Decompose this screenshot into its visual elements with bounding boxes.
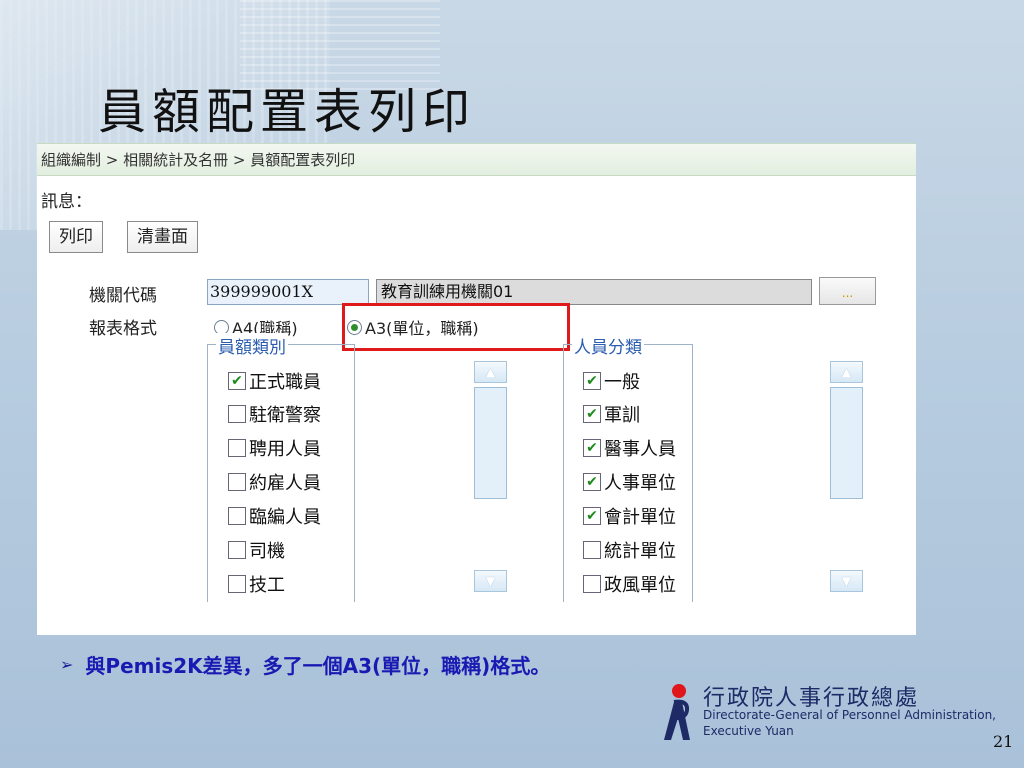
- org-picker-button[interactable]: ...: [819, 277, 876, 305]
- bullet-arrow-icon: ➢: [60, 655, 74, 674]
- print-button[interactable]: 列印: [49, 221, 103, 253]
- scroll-down-icon: ▼: [485, 574, 496, 588]
- checkbox-icon[interactable]: ✔: [583, 439, 601, 457]
- checkbox-label: 醫事人員: [604, 439, 676, 460]
- checkbox-icon[interactable]: [228, 507, 246, 525]
- clear-screen-button[interactable]: 清畫面: [127, 221, 198, 253]
- checkbox-item[interactable]: 臨編人員: [228, 503, 321, 529]
- checkbox-item[interactable]: 技工: [228, 571, 285, 597]
- message-label: 訊息：: [41, 192, 92, 212]
- report-format-label: 報表格式: [89, 319, 157, 339]
- checkbox-icon[interactable]: ✔: [583, 405, 601, 423]
- checkbox-label: 聘用人員: [249, 439, 321, 460]
- checkbox-icon[interactable]: ✔: [583, 507, 601, 525]
- checkbox-label: 會計單位: [604, 507, 676, 528]
- scroll-up-icon: ▲: [841, 365, 852, 379]
- checkbox-label: 臨編人員: [249, 507, 321, 528]
- checkbox-item[interactable]: ✔ 軍訓: [583, 401, 640, 427]
- scrollbar-track[interactable]: [474, 387, 507, 499]
- scroll-up-button[interactable]: ▲: [830, 361, 863, 383]
- checkbox-icon[interactable]: ✔: [583, 473, 601, 491]
- bullet-point: ➢ 與Pemis2K差異，多了一個A3(單位，職稱)格式。: [60, 650, 550, 679]
- checkbox-icon[interactable]: [228, 575, 246, 593]
- checkbox-item[interactable]: ✔ 醫事人員: [583, 435, 676, 461]
- checkbox-item[interactable]: 駐衛警察: [228, 401, 321, 427]
- logo-english-line1: Directorate-General of Personnel Adminis…: [703, 708, 996, 722]
- checkbox-label: 軍訓: [604, 405, 640, 426]
- bullet-text: 與Pemis2K差異，多了一個A3(單位，職稱)格式。: [85, 654, 551, 678]
- checkbox-label: 統計單位: [604, 541, 676, 562]
- scroll-up-icon: ▲: [485, 365, 496, 379]
- checkbox-label: 駐衛警察: [249, 405, 321, 426]
- app-panel: 組織編制 > 相關統計及名冊 > 員額配置表列印 訊息： 列印 清畫面 機關代碼…: [37, 143, 916, 635]
- checkbox-item[interactable]: ✔ 一般: [583, 368, 640, 394]
- slide-title: 員額配置表列印: [98, 84, 477, 140]
- checkbox-icon[interactable]: ✔: [228, 372, 246, 390]
- checkbox-label: 人事單位: [604, 473, 676, 494]
- checkbox-label: 一般: [604, 372, 640, 393]
- checkbox-icon[interactable]: [228, 439, 246, 457]
- checkbox-label: 司機: [249, 541, 285, 562]
- scroll-down-icon: ▼: [841, 574, 852, 588]
- checkbox-icon[interactable]: [583, 575, 601, 593]
- page-number: 21: [993, 732, 1014, 751]
- checkbox-label: 政風單位: [604, 575, 676, 596]
- org-name-field: 教育訓練用機關01: [376, 279, 812, 305]
- scroll-down-button[interactable]: ▼: [474, 570, 507, 592]
- checkbox-item[interactable]: 統計單位: [583, 537, 676, 563]
- scroll-down-button[interactable]: ▼: [830, 570, 863, 592]
- checkbox-label: 正式職員: [249, 372, 321, 393]
- checkbox-item[interactable]: 聘用人員: [228, 435, 321, 461]
- logo-mark-icon: [664, 684, 690, 740]
- checkbox-item[interactable]: 司機: [228, 537, 285, 563]
- checkbox-item[interactable]: 政風單位: [583, 571, 676, 597]
- breadcrumb[interactable]: 組織編制 > 相關統計及名冊 > 員額配置表列印: [37, 143, 916, 176]
- scroll-up-button[interactable]: ▲: [474, 361, 507, 383]
- checkbox-icon[interactable]: [228, 405, 246, 423]
- logo-english-line2: Executive Yuan: [703, 724, 794, 738]
- checkbox-item[interactable]: 約雇人員: [228, 469, 321, 495]
- highlight-box: [342, 303, 570, 351]
- checkbox-label: 約雇人員: [249, 473, 321, 494]
- checkbox-icon[interactable]: [228, 473, 246, 491]
- personnel-category-legend: 人員分類: [572, 333, 644, 358]
- org-code-field[interactable]: 399999001X: [207, 279, 369, 305]
- checkbox-icon[interactable]: ✔: [583, 372, 601, 390]
- checkbox-icon[interactable]: [583, 541, 601, 559]
- org-code-label: 機關代碼: [89, 286, 157, 306]
- scrollbar-track[interactable]: [830, 387, 863, 499]
- checkbox-label: 技工: [249, 575, 285, 596]
- staff-category-legend: 員額類別: [216, 333, 288, 358]
- organization-logo: 行政院人事行政總處 Directorate-General of Personn…: [660, 680, 1020, 750]
- checkbox-icon[interactable]: [228, 541, 246, 559]
- checkbox-item[interactable]: ✔ 會計單位: [583, 503, 676, 529]
- checkbox-item[interactable]: ✔ 正式職員: [228, 368, 321, 394]
- checkbox-item[interactable]: ✔ 人事單位: [583, 469, 676, 495]
